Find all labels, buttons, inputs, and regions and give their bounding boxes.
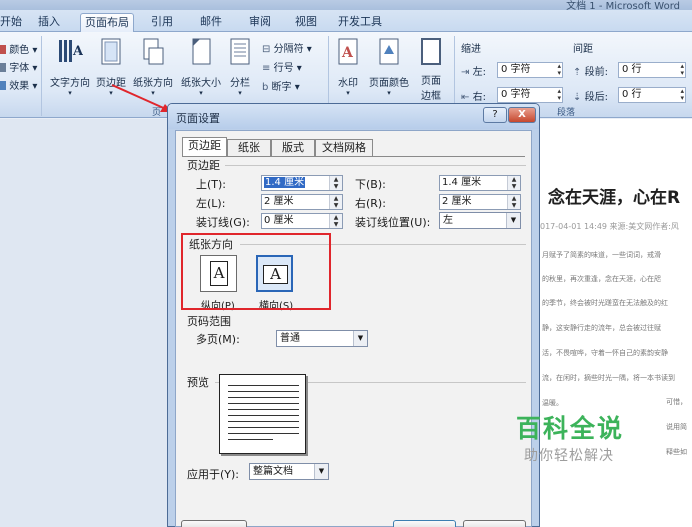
gutter-spinner[interactable]: ▲ ▼ — [329, 214, 342, 228]
tab-document-grid[interactable]: 文档网格 — [315, 139, 373, 156]
gutter-position-label: 装订线位置(U): — [355, 216, 431, 229]
preview-line — [228, 421, 299, 422]
apply-to-value: 整篇文档 — [253, 466, 293, 477]
close-button[interactable]: X — [508, 107, 536, 123]
gutter-label: 装订线(G): — [196, 216, 250, 229]
gutter-value: 0 厘米 — [264, 215, 294, 226]
chevron-down-icon[interactable]: ▼ — [353, 331, 367, 346]
top-margin-value: 1.4 厘米 — [264, 177, 306, 188]
tab-margins[interactable]: 页边距 — [182, 137, 227, 157]
bottom-margin-label: 下(B): — [355, 178, 386, 191]
help-button[interactable]: ? — [483, 107, 507, 123]
multiple-pages-value: 普通 — [280, 333, 300, 344]
preview-line — [228, 397, 299, 398]
apply-to-select[interactable]: 整篇文档 ▼ — [249, 463, 329, 480]
right-margin-input[interactable]: 2 厘米 ▲ ▼ — [439, 194, 521, 210]
preview-line — [228, 415, 299, 416]
preview-section-title: 预览 — [187, 376, 209, 389]
top-margin-input[interactable]: 1.4 厘米 ▲ ▼ — [261, 175, 343, 191]
gutter-position-select[interactable]: 左 ▼ — [439, 212, 521, 229]
ok-button[interactable] — [393, 520, 456, 527]
preview-page — [219, 374, 306, 454]
chevron-down-icon[interactable]: ▼ — [506, 213, 520, 228]
right-margin-label: 右(R): — [355, 197, 386, 210]
watermark-tagline: 助你轻松解决 — [524, 448, 614, 464]
bottom-margin-value: 1.4 厘米 — [442, 177, 482, 188]
left-margin-value: 2 厘米 — [264, 196, 294, 207]
preview-line — [228, 403, 299, 404]
preview-line — [228, 433, 299, 434]
preview-line — [228, 409, 299, 410]
bottom-margin-input[interactable]: 1.4 厘米 ▲ ▼ — [439, 175, 521, 191]
gutter-input[interactable]: 0 厘米 ▲ ▼ — [261, 213, 343, 229]
preview-line — [228, 391, 299, 392]
preview-line — [228, 385, 299, 386]
preview-line — [228, 427, 299, 428]
annotation-highlight-box — [181, 233, 331, 310]
bottom-margin-spinner[interactable]: ▲ ▼ — [507, 176, 520, 190]
pages-section-title: 页码范围 — [187, 315, 231, 328]
tab-layout[interactable]: 版式 — [271, 139, 315, 156]
margins-section-title: 页边距 — [187, 159, 220, 172]
left-margin-spinner[interactable]: ▲ ▼ — [329, 195, 342, 209]
cancel-button[interactable] — [463, 520, 526, 527]
top-margin-spinner[interactable]: ▲ ▼ — [329, 176, 342, 190]
tab-paper[interactable]: 纸张 — [227, 139, 271, 156]
apply-to-label: 应用于(Y): — [187, 468, 240, 481]
multiple-pages-select[interactable]: 普通 ▼ — [276, 330, 368, 347]
dialog-title-bar[interactable]: 页面设置 ? X — [168, 104, 539, 129]
dialog-title: 页面设置 — [176, 112, 220, 125]
right-margin-spinner[interactable]: ▲ ▼ — [507, 195, 520, 209]
left-margin-label: 左(L): — [196, 197, 226, 210]
gutter-position-value: 左 — [443, 215, 453, 226]
chevron-down-icon[interactable]: ▼ — [314, 464, 328, 479]
left-margin-input[interactable]: 2 厘米 ▲ ▼ — [261, 194, 343, 210]
multiple-pages-label: 多页(M): — [196, 333, 240, 346]
watermark-brand: 百科全说 — [516, 414, 625, 443]
top-margin-label: 上(T): — [196, 178, 227, 191]
right-margin-value: 2 厘米 — [442, 196, 472, 207]
set-default-button[interactable] — [181, 520, 247, 527]
section-divider — [225, 165, 526, 166]
preview-line — [228, 439, 273, 440]
